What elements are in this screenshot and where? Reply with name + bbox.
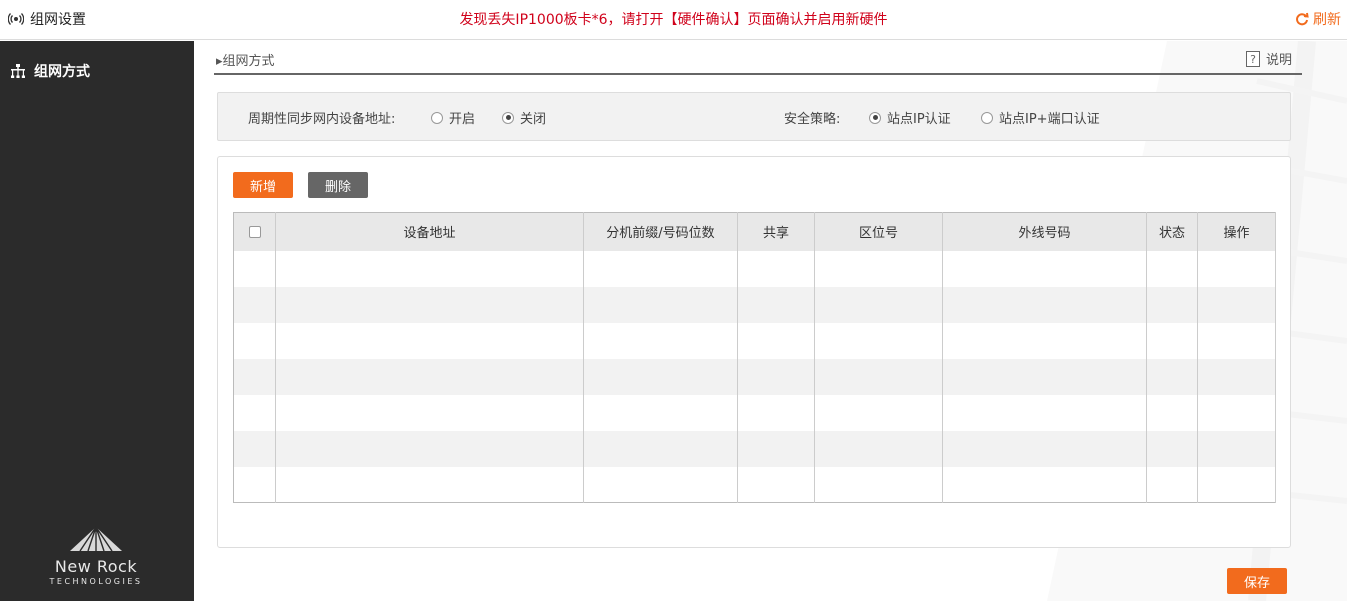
network-icon	[11, 64, 25, 78]
col-status[interactable]: 状态	[1146, 212, 1198, 251]
sidebar-item-network-mode[interactable]: 组网方式	[10, 61, 90, 81]
main-content: ▸组网方式 ? 说明 周期性同步网内设备地址: 开启 关闭 安全策略: 站点IP…	[194, 41, 1347, 601]
device-table: 设备地址 分机前缀/号码位数 共享 区位号 外线号码 状态 操作	[233, 212, 1276, 503]
table-header-row: 设备地址 分机前缀/号码位数 共享 区位号 外线号码 状态 操作	[233, 212, 1276, 251]
help-icon: ?	[1245, 50, 1260, 67]
sync-off-radio[interactable]: 关闭	[502, 108, 546, 127]
col-area-code[interactable]: 区位号	[814, 212, 943, 251]
radio-dot	[431, 111, 443, 124]
table-row	[233, 358, 1276, 395]
radio-label: 站点IP认证	[887, 112, 951, 127]
col-device-address[interactable]: 设备地址	[275, 212, 584, 251]
refresh-label: 刷新	[1313, 12, 1341, 28]
delete-button[interactable]: 删除	[308, 172, 368, 198]
options-bar: 周期性同步网内设备地址: 开启 关闭 安全策略: 站点IP认证 站点IP+端口认…	[217, 92, 1291, 141]
logo-brand: New Rock	[54, 557, 138, 576]
sync-on-radio[interactable]: 开启	[431, 108, 475, 127]
radio-dot	[502, 111, 514, 124]
device-panel: 新增 删除 设备地址 分机前缀/号码位数 共享 区位号 外线号码 状态 操作	[217, 156, 1291, 548]
sync-label: 周期性同步网内设备地址:	[248, 112, 396, 127]
logo-subtitle: TECHNOLOGIES	[49, 577, 143, 586]
security-ip-port-radio[interactable]: 站点IP+端口认证	[981, 108, 1100, 127]
breadcrumb-current: ▸组网方式	[216, 54, 275, 69]
radio-label: 关闭	[520, 112, 547, 127]
col-actions[interactable]: 操作	[1197, 212, 1276, 251]
table-row	[233, 394, 1276, 431]
company-logo: New Rock TECHNOLOGIES	[36, 525, 156, 586]
hardware-notice: 发现丢失IP1000板卡*6，请打开【硬件确认】页面确认并启用新硬件	[459, 12, 888, 28]
top-bar: 组网设置 发现丢失IP1000板卡*6，请打开【硬件确认】页面确认并启用新硬件 …	[0, 0, 1347, 40]
table-row	[233, 430, 1276, 467]
table-row	[233, 466, 1276, 503]
security-ip-radio[interactable]: 站点IP认证	[869, 108, 951, 127]
select-all-cell	[233, 212, 276, 251]
radio-label: 站点IP+端口认证	[999, 112, 1100, 127]
col-prefix-digits[interactable]: 分机前缀/号码位数	[583, 212, 738, 251]
col-share[interactable]: 共享	[737, 212, 815, 251]
breadcrumb: ▸组网方式 ? 说明	[214, 49, 1302, 75]
radio-dot	[981, 111, 993, 124]
help-button[interactable]: ? 说明	[1245, 49, 1292, 68]
sidebar-item-label: 组网方式	[34, 64, 90, 80]
table-row	[233, 250, 1276, 287]
sidebar: 组网方式 New Rock TECHNOLOGIES	[0, 41, 194, 601]
select-all-checkbox[interactable]	[248, 225, 261, 238]
table-row	[233, 286, 1276, 323]
help-label: 说明	[1265, 53, 1292, 68]
save-button[interactable]: 保存	[1227, 568, 1287, 594]
svg-text:?: ?	[1250, 53, 1256, 66]
add-button[interactable]: 新增	[233, 172, 293, 198]
refresh-button[interactable]: 刷新	[1295, 9, 1341, 29]
radio-dot	[869, 111, 881, 124]
radio-label: 开启	[449, 112, 476, 127]
mountain-logo-icon	[70, 526, 122, 552]
table-row	[233, 322, 1276, 359]
security-label: 安全策略:	[784, 112, 841, 127]
col-external-number[interactable]: 外线号码	[942, 212, 1147, 251]
refresh-icon	[1296, 12, 1309, 26]
table-body	[233, 250, 1276, 503]
